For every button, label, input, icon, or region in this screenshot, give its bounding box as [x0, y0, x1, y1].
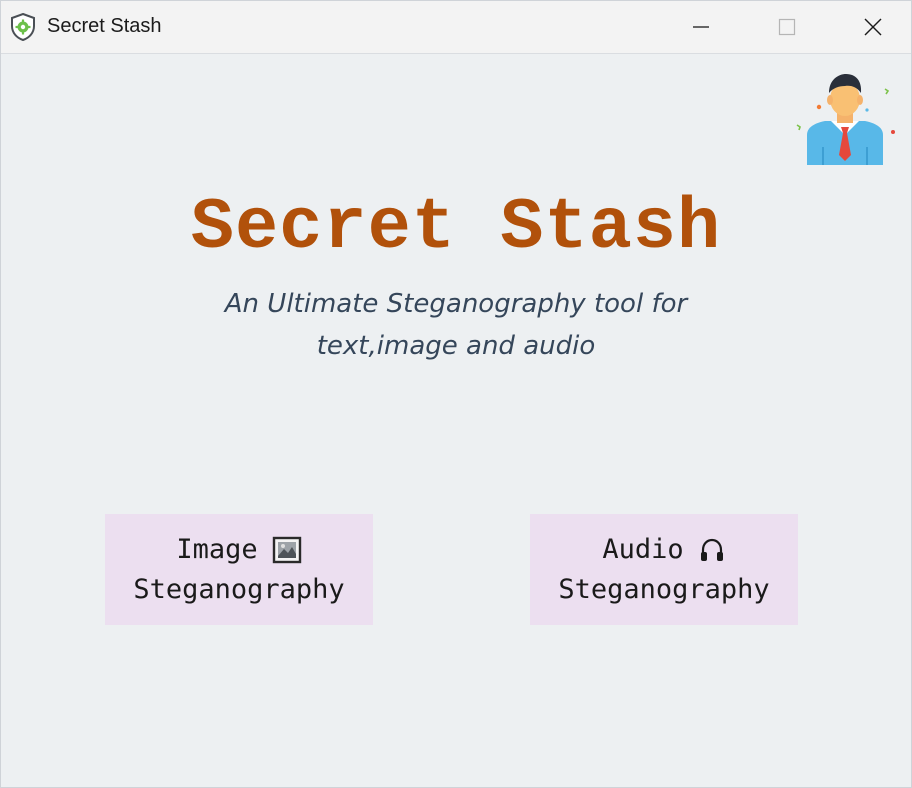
maximize-button[interactable] [757, 1, 817, 53]
businessman-avatar-icon [793, 69, 897, 169]
image-steganography-button[interactable]: Image Steganography [105, 514, 373, 625]
window-title: Secret Stash [47, 15, 162, 37]
image-button-sublabel: Steganography [133, 573, 345, 605]
audio-steganography-button[interactable]: Audio Steganography [530, 514, 798, 625]
audio-button-sublabel: Steganography [558, 573, 770, 605]
app-subtitle: An Ultimate Steganography tool for text,… [156, 283, 756, 367]
headphones-icon [698, 536, 726, 564]
picture-icon [272, 536, 302, 564]
title-bar: Secret Stash [1, 1, 911, 54]
app-title: Secret Stash [190, 187, 722, 269]
app-window: Secret Stash Secret Stash An Ultimate St… [0, 0, 912, 788]
image-button-label: Image [176, 533, 258, 565]
close-icon [864, 18, 882, 36]
maximize-icon [778, 18, 796, 36]
close-button[interactable] [843, 1, 903, 53]
subtitle-line-2: text,image and audio [316, 331, 596, 361]
audio-button-label: Audio [602, 533, 684, 565]
subtitle-line-1: An Ultimate Steganography tool for [224, 289, 688, 319]
minimize-button[interactable] [671, 1, 731, 53]
shield-gear-icon [10, 12, 36, 42]
minimize-icon [693, 26, 709, 28]
